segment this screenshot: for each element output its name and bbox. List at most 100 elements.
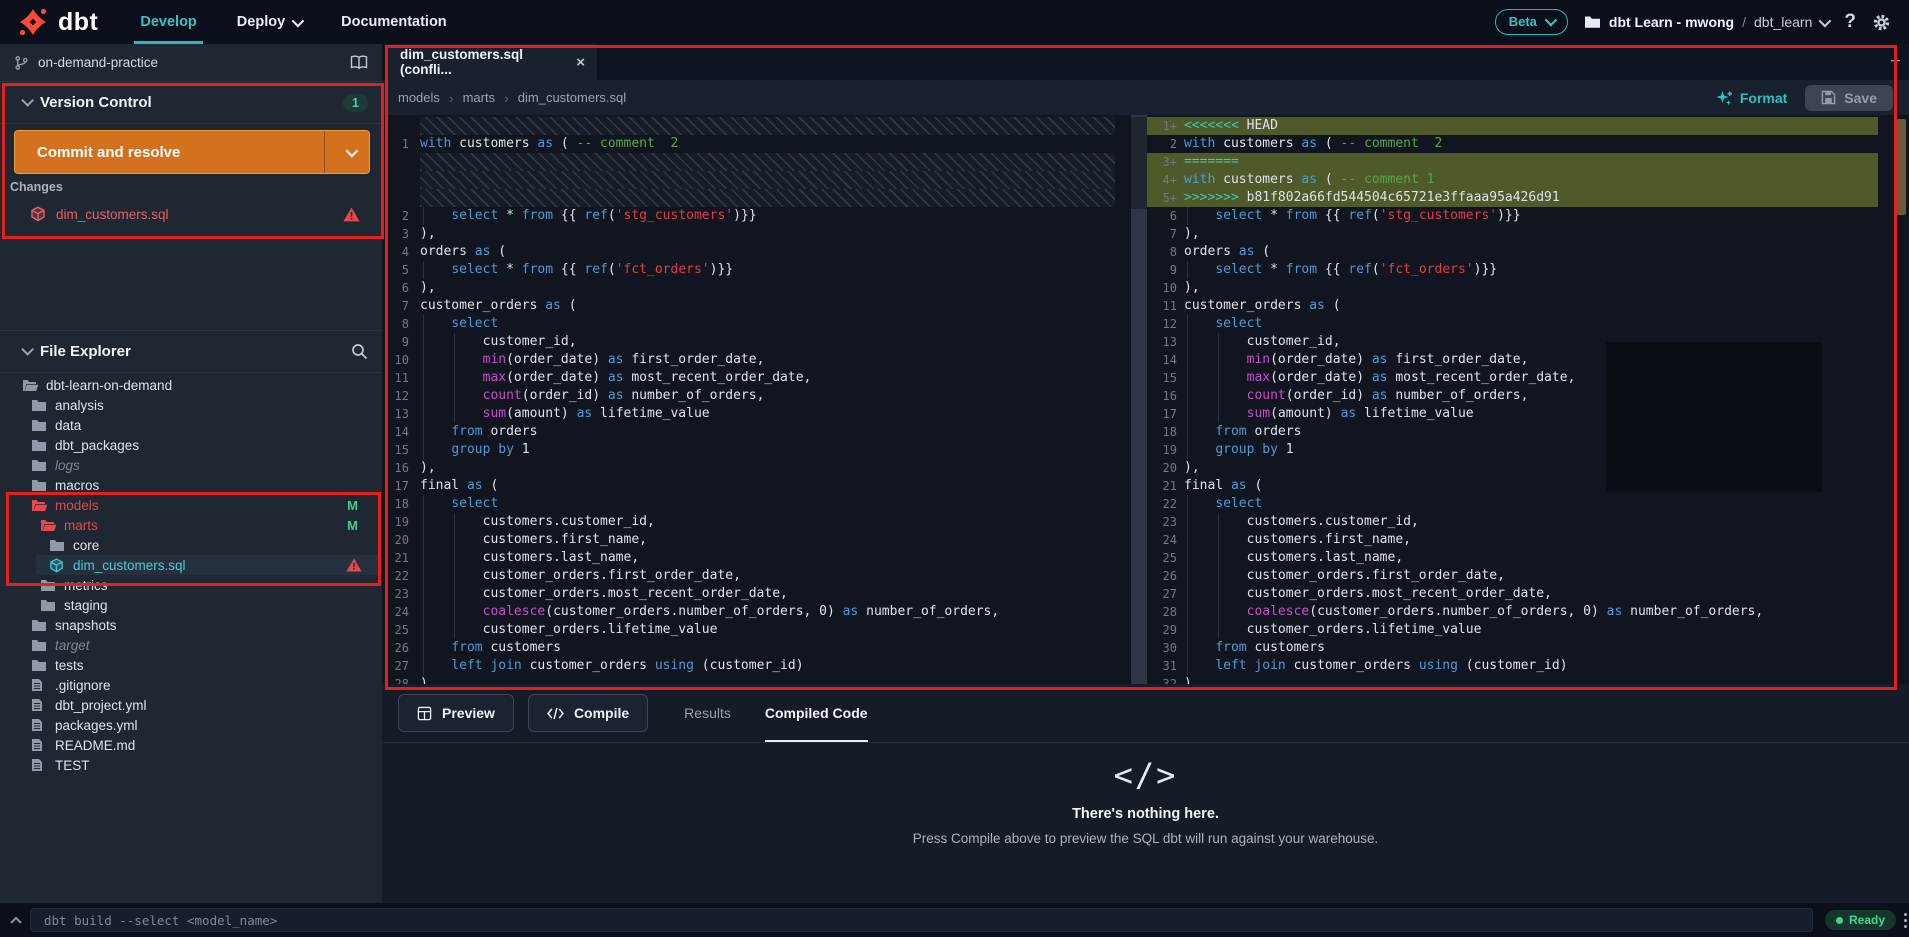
branch-row[interactable]: on-demand-practice — [0, 44, 382, 82]
save-button[interactable]: Save — [1805, 84, 1893, 111]
code-line[interactable]: 5 select * from {{ ref('fct_orders')}} — [385, 261, 1115, 279]
chevron-up-icon[interactable] — [10, 916, 22, 924]
code-line[interactable]: 4 orders as ( — [385, 243, 1115, 261]
tree-item-marts[interactable]: marts M — [0, 515, 382, 535]
code-line[interactable]: 20 customers.first_name, — [385, 531, 1115, 549]
code-line[interactable]: 19 customers.customer_id, — [385, 513, 1115, 531]
code-line[interactable]: 23 customer_orders.most_recent_order_dat… — [385, 585, 1115, 603]
code-line[interactable]: 26 from customers — [385, 639, 1115, 657]
command-input[interactable]: dbt build --select <model_name> — [30, 908, 1813, 932]
nav-tab-deploy[interactable]: Deploy — [217, 0, 321, 44]
tree-item-metrics[interactable]: metrics — [0, 575, 382, 595]
breadcrumb-models[interactable]: models — [398, 90, 440, 105]
code-line[interactable]: 4+ with customers as ( -- comment 1 — [1147, 171, 1878, 189]
dbt-logo[interactable]: dbt — [0, 6, 120, 38]
code-line[interactable]: 13 sum(amount) as lifetime_value — [385, 405, 1115, 423]
code-line[interactable]: 18 select — [385, 495, 1115, 513]
gear-icon[interactable] — [1872, 13, 1891, 32]
code-line[interactable]: 31 left join customer_orders using (cust… — [1147, 657, 1878, 675]
code-line[interactable]: 30 from customers — [1147, 639, 1878, 657]
left-pane-overview-ruler[interactable] — [1131, 115, 1147, 684]
code-line[interactable]: 27 customer_orders.most_recent_order_dat… — [1147, 585, 1878, 603]
tree-item-snapshots[interactable]: snapshots — [0, 615, 382, 635]
commit-and-resolve-button[interactable]: Commit and resolve — [14, 130, 370, 174]
code-line[interactable]: 28) — [385, 675, 1115, 684]
code-line[interactable]: 17 final as ( — [385, 477, 1115, 495]
tab-compiled-code[interactable]: Compiled Code — [764, 684, 868, 742]
code-line[interactable]: 11 customer_orders as ( — [1147, 297, 1878, 315]
tree-item-logs[interactable]: logs — [0, 455, 382, 475]
code-line[interactable]: 5+ >>>>>>> b81f802a66fd544504c65721e3ffaa… — [1147, 189, 1878, 207]
tree-item-target[interactable]: target — [0, 635, 382, 655]
code-line[interactable]: 24 coalesce(customer_orders.number_of_or… — [385, 603, 1115, 621]
format-button[interactable]: Format — [1716, 90, 1787, 106]
code-line[interactable]: 7 customer_orders as ( — [385, 297, 1115, 315]
breadcrumb-file[interactable]: dim_customers.sql — [518, 90, 626, 105]
tree-item-dbt-packages[interactable]: dbt_packages — [0, 435, 382, 455]
right-pane-scrollbar[interactable] — [1894, 115, 1909, 684]
code-line[interactable]: 22 select — [1147, 495, 1878, 513]
tree-item-models[interactable]: models M — [0, 495, 382, 515]
code-line[interactable]: 24 customers.first_name, — [1147, 531, 1878, 549]
code-line[interactable]: 25 customer_orders.lifetime_value — [385, 621, 1115, 639]
tree-item-staging[interactable]: staging — [0, 595, 382, 615]
code-line[interactable]: 2 with customers as ( -- comment 2 — [1147, 135, 1878, 153]
tree-item-test[interactable]: TEST — [0, 755, 382, 775]
environment-selector[interactable]: dbt_learn — [1754, 14, 1832, 30]
code-line[interactable]: 25 customers.last_name, — [1147, 549, 1878, 567]
breadcrumb-marts[interactable]: marts — [463, 90, 496, 105]
project-name[interactable]: dbt Learn - mwong — [1609, 14, 1734, 30]
code-line[interactable]: 1+ <<<<<<< HEAD — [1147, 117, 1878, 135]
code-line[interactable]: 15 group by 1 — [385, 441, 1115, 459]
code-line[interactable]: 26 customer_orders.first_order_date, — [1147, 567, 1878, 585]
tree-item--gitignore[interactable]: .gitignore — [0, 675, 382, 695]
close-icon[interactable]: × — [576, 54, 585, 71]
tree-item-dbt-learn-on-demand[interactable]: dbt-learn-on-demand — [0, 375, 382, 395]
code-line[interactable]: 9 customer_id, — [385, 333, 1115, 351]
tree-item-tests[interactable]: tests — [0, 655, 382, 675]
commit-options-dropdown[interactable] — [324, 131, 369, 173]
changed-file-row[interactable]: dim_customers.sql — [0, 200, 382, 228]
tab-results[interactable]: Results — [684, 684, 731, 742]
code-line[interactable]: 28 coalesce(customer_orders.number_of_or… — [1147, 603, 1878, 621]
code-line[interactable]: 23 customers.customer_id, — [1147, 513, 1878, 531]
nav-tab-documentation[interactable]: Documentation — [321, 0, 467, 44]
code-line[interactable]: 8 select — [385, 315, 1115, 333]
code-line[interactable]: 14 from orders — [385, 423, 1115, 441]
tree-item-packages-yml[interactable]: packages.yml — [0, 715, 382, 735]
code-line[interactable]: 1 with customers as ( -- comment 2 — [385, 135, 1115, 153]
tree-item-analysis[interactable]: analysis — [0, 395, 382, 415]
code-line[interactable]: 27 left join customer_orders using (cust… — [385, 657, 1115, 675]
code-line[interactable]: 21 customers.last_name, — [385, 549, 1115, 567]
code-line[interactable]: 6), — [385, 279, 1115, 297]
code-line[interactable]: 22 customer_orders.first_order_date, — [385, 567, 1115, 585]
code-line[interactable]: 3+ ======= — [1147, 153, 1878, 171]
code-line[interactable]: 10 min(order_date) as first_order_date, — [385, 351, 1115, 369]
code-line[interactable]: 2 select * from {{ ref('stg_customers')}… — [385, 207, 1115, 225]
tree-item-readme-md[interactable]: README.md — [0, 735, 382, 755]
tab-dim-customers[interactable]: dim_customers.sql (confli... × — [385, 44, 597, 80]
version-control-header[interactable]: Version Control 1 — [0, 82, 382, 124]
code-line[interactable]: 10), — [1147, 279, 1878, 297]
tree-item-core[interactable]: core — [0, 535, 382, 555]
nav-tab-develop[interactable]: Develop — [120, 0, 216, 44]
code-line[interactable]: 32) — [1147, 675, 1878, 684]
diff-left-pane[interactable]: 1 with customers as ( -- comment 2 2 selec… — [385, 115, 1131, 684]
search-icon[interactable] — [351, 343, 368, 360]
code-line[interactable]: 12 select — [1147, 315, 1878, 333]
file-explorer-header[interactable]: File Explorer — [0, 330, 382, 373]
code-line[interactable]: 29 customer_orders.lifetime_value — [1147, 621, 1878, 639]
code-line[interactable]: 7), — [1147, 225, 1878, 243]
preview-button[interactable]: Preview — [398, 694, 514, 732]
code-line[interactable]: 12 count(order_id) as number_of_orders, — [385, 387, 1115, 405]
help-icon[interactable]: ? — [1844, 11, 1856, 33]
tree-item-macros[interactable]: macros — [0, 475, 382, 495]
docs-book-icon[interactable] — [350, 55, 368, 70]
code-line[interactable]: 6 select * from {{ ref('stg_customers')}… — [1147, 207, 1878, 225]
code-line[interactable]: 16), — [385, 459, 1115, 477]
code-line[interactable]: 9 select * from {{ ref('fct_orders')}} — [1147, 261, 1878, 279]
tree-item-dim-customers-sql[interactable]: dim_customers.sql — [36, 555, 382, 575]
code-line[interactable]: 3), — [385, 225, 1115, 243]
tree-item-dbt-project-yml[interactable]: dbt_project.yml — [0, 695, 382, 715]
beta-dropdown[interactable]: Beta — [1494, 9, 1568, 35]
